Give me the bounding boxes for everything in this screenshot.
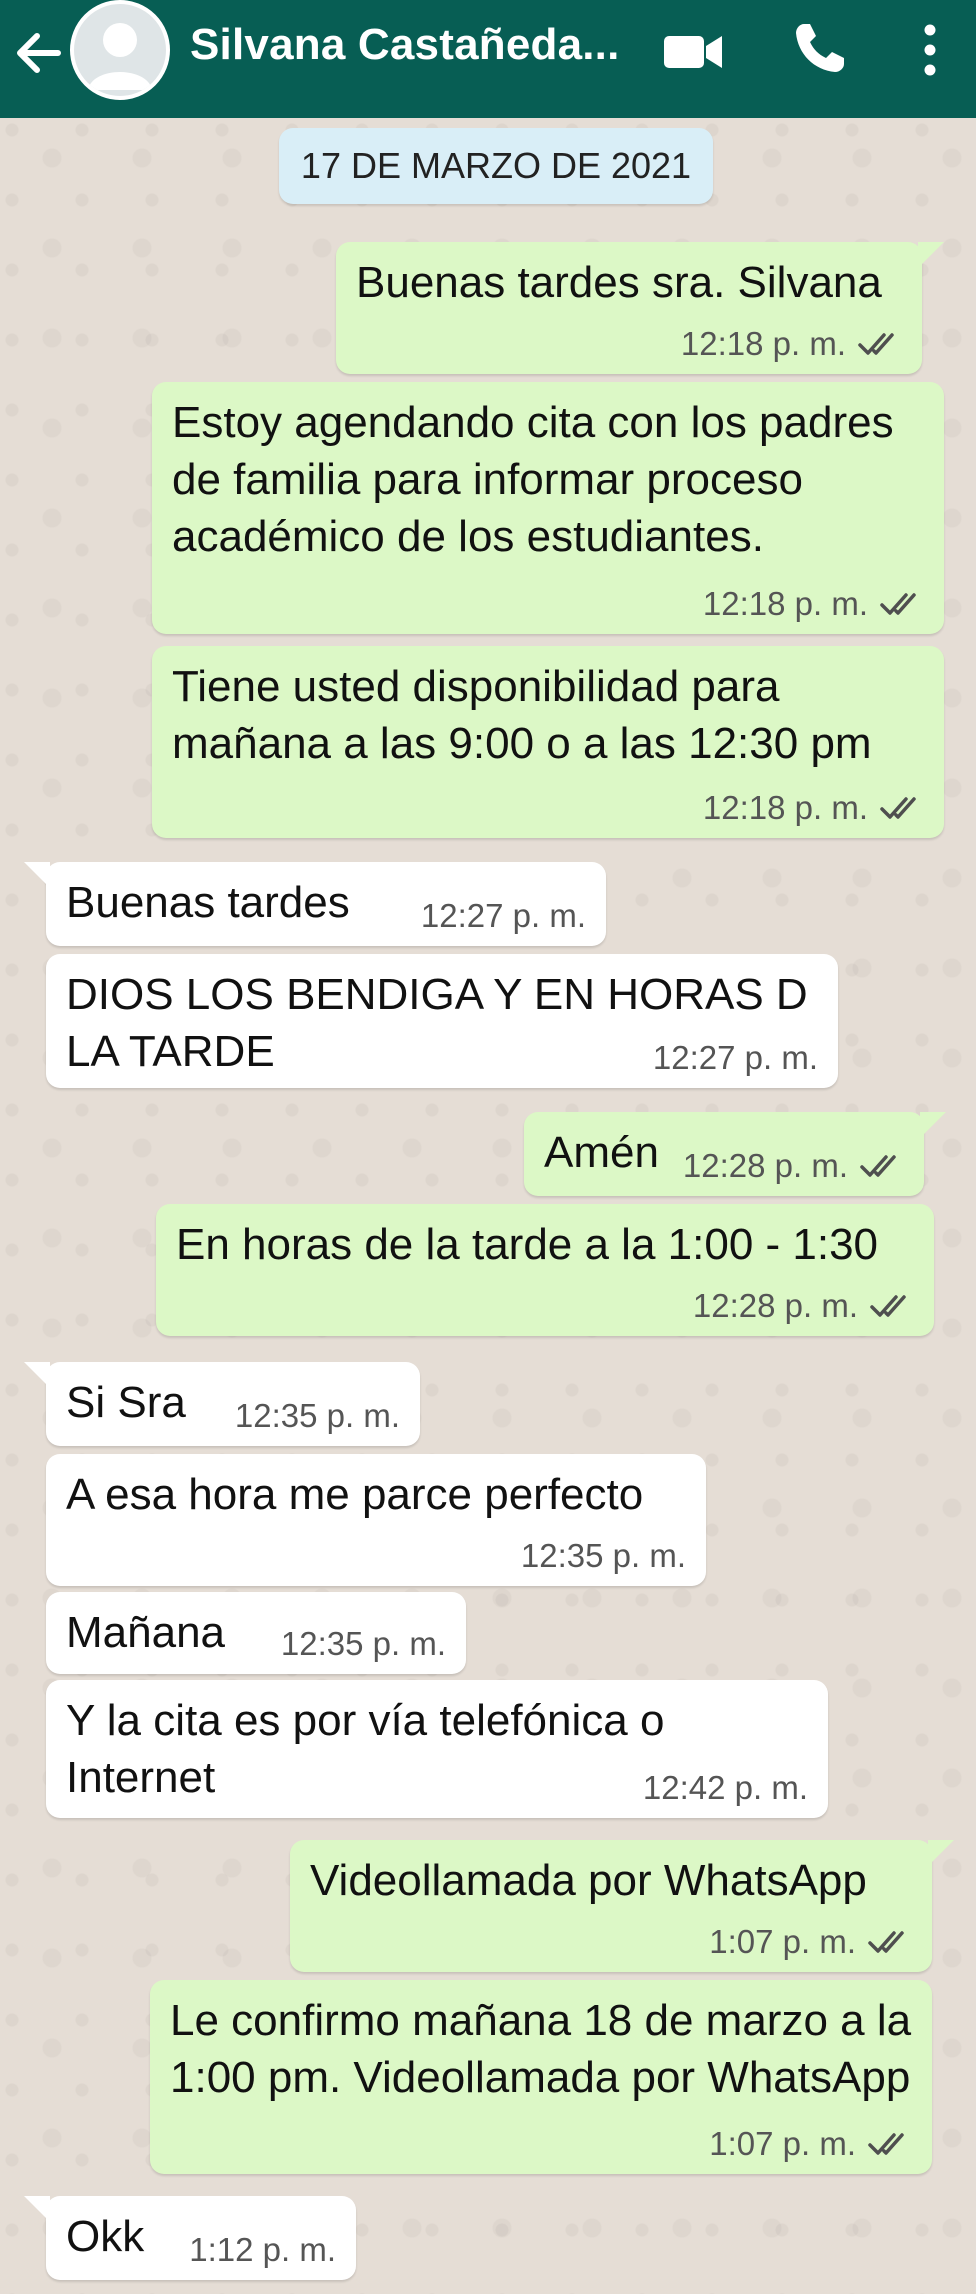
message-bubble[interactable]: Okk 1:12 p. m. (46, 2196, 356, 2280)
bubble-tail (24, 1362, 50, 1388)
message-time: 12:18 p. m. (702, 789, 868, 826)
more-vertical-icon[interactable] (915, 20, 945, 80)
message-bubble[interactable]: Videollamada por WhatsApp 1:07 p. m. (290, 1840, 932, 1972)
message-time: 12:35 p. m. (234, 1397, 400, 1434)
contact-name[interactable]: Silvana Castañeda... (190, 20, 620, 70)
message-time: 1:07 p. m. (709, 1923, 856, 1960)
phone-icon[interactable] (790, 18, 850, 78)
message-time: 12:18 p. m. (680, 325, 846, 362)
message-time: 12:18 p. m. (702, 585, 868, 622)
message-bubble[interactable]: Si Sra 12:35 p. m. (46, 1362, 420, 1446)
bubble-tail (920, 1112, 946, 1138)
message-time: 1:07 p. m. (709, 2125, 856, 2162)
message-text: Le confirmo mañana 18 de marzo a la 1:00… (170, 1996, 912, 2102)
message-time: 12:28 p. m. (682, 1147, 848, 1184)
message-time: 12:27 p. m. (420, 897, 586, 934)
arrow-left-icon[interactable] (10, 24, 68, 82)
message-bubble[interactable]: Buenas tardes 12:27 p. m. (46, 862, 606, 946)
read-ticks-icon (880, 797, 916, 819)
video-camera-icon[interactable] (660, 24, 728, 80)
message-text: Estoy agendando cita con los padres de f… (172, 398, 894, 561)
read-ticks-icon (880, 593, 916, 615)
message-time: 12:42 p. m. (642, 1769, 808, 1806)
message-bubble[interactable]: Tiene usted disponibilidad para mañana a… (152, 646, 944, 838)
message-bubble[interactable]: Y la cita es por vía telefónica o Intern… (46, 1680, 828, 1818)
message-text: En horas de la tarde a la 1:00 - 1:30 (176, 1220, 879, 1269)
message-time: 12:28 p. m. (692, 1287, 858, 1324)
message-bubble[interactable]: Mañana 12:35 p. m. (46, 1592, 466, 1674)
read-ticks-icon (868, 2133, 904, 2155)
read-ticks-icon (858, 333, 894, 355)
message-bubble[interactable]: Le confirmo mañana 18 de marzo a la 1:00… (150, 1980, 932, 2174)
date-separator: 17 DE MARZO DE 2021 (279, 128, 713, 204)
message-bubble[interactable]: Amén 12:28 p. m. (524, 1112, 924, 1196)
message-bubble[interactable]: Buenas tardes sra. Silvana 12:18 p. m. (336, 242, 922, 374)
message-time: 12:27 p. m. (652, 1039, 818, 1076)
read-ticks-icon (868, 1931, 904, 1953)
message-time: 12:35 p. m. (280, 1625, 446, 1662)
message-text: Buenas tardes sra. Silvana (356, 258, 882, 307)
chat-header: Silvana Castañeda... (0, 0, 976, 118)
bubble-tail (24, 862, 50, 888)
default-avatar-icon (88, 23, 152, 90)
bubble-tail (24, 2196, 50, 2222)
message-bubble[interactable]: DIOS LOS BENDIGA Y EN HORAS D LA TARDE 1… (46, 954, 838, 1088)
bubble-tail (928, 1840, 954, 1866)
message-bubble[interactable]: A esa hora me parce perfecto 12:35 p. m. (46, 1454, 706, 1586)
read-ticks-icon (860, 1155, 896, 1177)
message-text: Videollamada por WhatsApp (310, 1856, 867, 1905)
message-time: 1:12 p. m. (189, 2231, 336, 2268)
message-text: Tiene usted disponibilidad para mañana a… (172, 662, 872, 768)
read-ticks-icon (870, 1295, 906, 1317)
message-bubble[interactable]: Estoy agendando cita con los padres de f… (152, 382, 944, 634)
message-text: A esa hora me parce perfecto (66, 1470, 644, 1519)
bubble-tail (918, 242, 944, 268)
message-time: 12:35 p. m. (520, 1537, 686, 1574)
message-bubble[interactable]: En horas de la tarde a la 1:00 - 1:30 12… (156, 1204, 934, 1336)
avatar[interactable] (70, 0, 170, 100)
